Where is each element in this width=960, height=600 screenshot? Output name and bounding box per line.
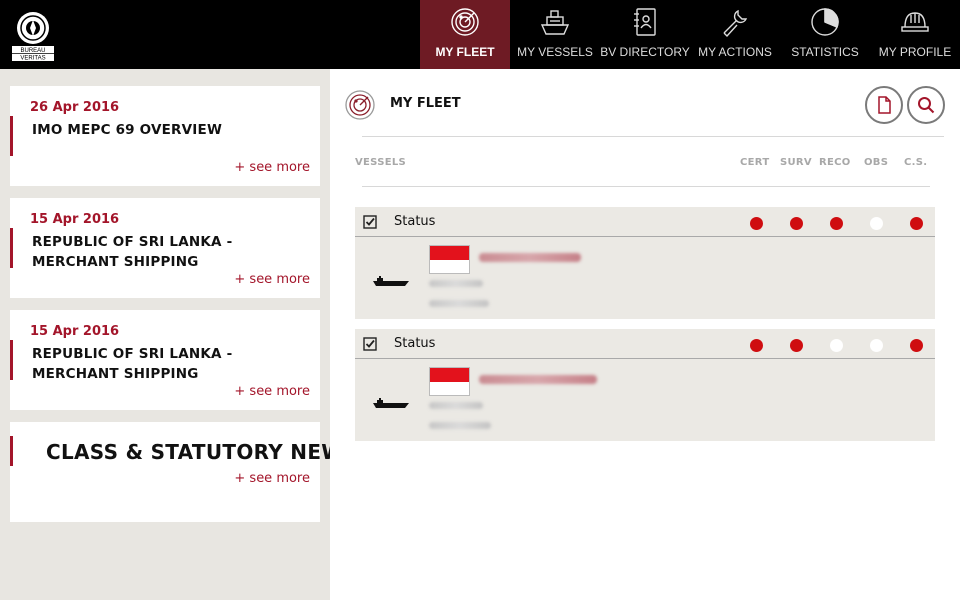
- svg-text:BUREAU: BUREAU: [20, 48, 45, 54]
- news-sidebar: 26 Apr 2016 IMO MEPC 69 OVERVIEW + see m…: [0, 69, 358, 600]
- fleet-panel: MY FLEET VESSELS CERT SURV RECO OBS C.S.…: [330, 69, 960, 600]
- nav-label: STATISTICS: [791, 45, 859, 59]
- news-card[interactable]: 15 Apr 2016 REPUBLIC OF SRI LANKA - MERC…: [10, 310, 320, 410]
- reco-indicator: [830, 339, 843, 352]
- accent-bar: [10, 436, 13, 466]
- vessel-ship-icon: [373, 276, 409, 286]
- nav-my-vessels[interactable]: MY VESSELS: [510, 0, 600, 69]
- cert-indicator: [750, 339, 763, 352]
- surv-indicator: [790, 217, 803, 230]
- nav-my-actions[interactable]: MY ACTIONS: [690, 0, 780, 69]
- news-date: 26 Apr 2016: [30, 100, 120, 115]
- nav-label: MY PROFILE: [878, 45, 952, 59]
- bureau-veritas-logo[interactable]: BUREAU VERITAS: [10, 10, 56, 62]
- vessel-status-header: Status: [355, 329, 935, 359]
- obs-indicator: [870, 217, 883, 230]
- wrench-icon: [723, 9, 748, 37]
- divider: [362, 186, 930, 187]
- checkbox-checked-icon[interactable]: [363, 337, 377, 351]
- news-title: REPUBLIC OF SRI LANKA - MERCHANT SHIPPIN…: [32, 234, 233, 270]
- see-more-link[interactable]: + see more: [234, 471, 310, 486]
- vessel-ship-icon: [373, 398, 409, 408]
- nav-my-profile[interactable]: MY PROFILE: [870, 0, 960, 69]
- hard-hat-icon: [901, 12, 929, 32]
- vessel-detail-redacted: [429, 300, 489, 307]
- top-navigation-bar: BUREAU VERITAS MY FLEET MY VESSELS BV DI…: [0, 0, 960, 69]
- column-header-surv: SURV: [780, 157, 812, 168]
- page-title: MY FLEET: [390, 96, 461, 111]
- accent-bar: [10, 228, 13, 268]
- news-title: IMO MEPC 69 OVERVIEW: [32, 122, 223, 138]
- divider: [362, 136, 944, 137]
- news-card[interactable]: 26 Apr 2016 IMO MEPC 69 OVERVIEW + see m…: [10, 86, 320, 186]
- reco-indicator: [830, 217, 843, 230]
- column-header-cert: CERT: [740, 157, 770, 168]
- news-title: REPUBLIC OF SRI LANKA - MERCHANT SHIPPIN…: [32, 346, 233, 382]
- checkbox-checked-icon[interactable]: [363, 215, 377, 229]
- obs-indicator: [870, 339, 883, 352]
- nav-label: MY VESSELS: [517, 45, 593, 59]
- nav-label: BV DIRECTORY: [600, 45, 690, 59]
- search-icon: [918, 97, 935, 114]
- cert-indicator: [750, 217, 763, 230]
- column-header-obs: OBS: [864, 157, 889, 168]
- contact-book-icon: [634, 8, 656, 36]
- document-icon: [878, 96, 891, 114]
- ship-icon: [540, 10, 570, 35]
- cs-indicator: [910, 339, 923, 352]
- vessel-status-header: Status: [355, 207, 935, 237]
- nav-statistics[interactable]: STATISTICS: [780, 0, 870, 69]
- class-news-title: CLASS & STATUTORY NEWS: [46, 440, 359, 464]
- see-more-link[interactable]: + see more: [234, 160, 310, 175]
- vessel-flag: [429, 367, 470, 396]
- vessel-flag: [429, 245, 470, 274]
- vessel-name-redacted: [479, 375, 597, 384]
- see-more-link[interactable]: + see more: [234, 384, 310, 399]
- export-document-button[interactable]: [865, 86, 903, 124]
- radar-icon: [345, 90, 375, 120]
- svg-text:VERITAS: VERITAS: [20, 56, 45, 62]
- nav-label: MY ACTIONS: [698, 45, 772, 59]
- news-date: 15 Apr 2016: [30, 324, 120, 339]
- vessel-detail-redacted: [429, 402, 483, 409]
- accent-bar: [10, 116, 13, 156]
- cs-indicator: [910, 217, 923, 230]
- main-nav: MY FLEET MY VESSELS BV DIRECTORY MY ACTI…: [420, 0, 960, 69]
- vessel-detail-redacted: [429, 422, 491, 429]
- surv-indicator: [790, 339, 803, 352]
- column-header-vessels: VESSELS: [355, 157, 407, 168]
- search-button[interactable]: [907, 86, 945, 124]
- status-label: Status: [394, 214, 436, 229]
- nav-label: MY FLEET: [435, 45, 495, 59]
- news-date: 15 Apr 2016: [30, 212, 120, 227]
- see-more-link[interactable]: + see more: [234, 272, 310, 287]
- nav-my-fleet[interactable]: MY FLEET: [420, 0, 510, 69]
- column-header-reco: RECO: [819, 157, 851, 168]
- news-card[interactable]: 15 Apr 2016 REPUBLIC OF SRI LANKA - MERC…: [10, 198, 320, 298]
- column-header-cs: C.S.: [904, 157, 928, 168]
- status-label: Status: [394, 336, 436, 351]
- vessel-row[interactable]: Status: [355, 329, 935, 441]
- pie-chart-icon: [811, 8, 839, 36]
- vessel-detail-redacted: [429, 280, 483, 287]
- radar-icon: [451, 8, 479, 36]
- nav-bv-directory[interactable]: BV DIRECTORY: [600, 0, 690, 69]
- accent-bar: [10, 340, 13, 380]
- vessel-row[interactable]: Status: [355, 207, 935, 319]
- class-news-card[interactable]: CLASS & STATUTORY NEWS + see more: [10, 422, 358, 522]
- vessel-name-redacted: [479, 253, 581, 262]
